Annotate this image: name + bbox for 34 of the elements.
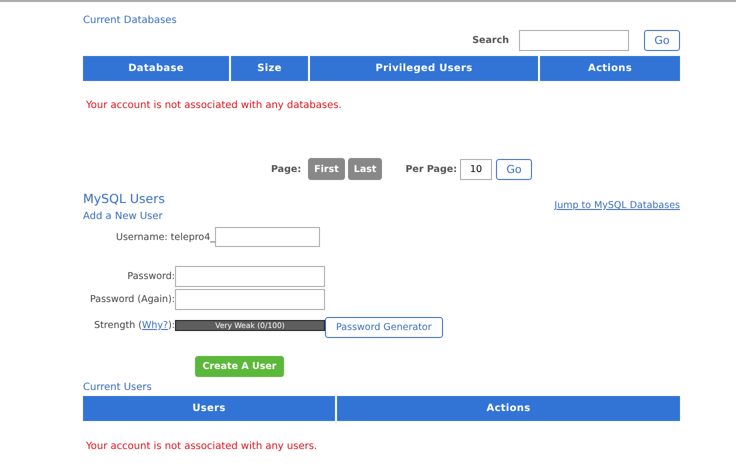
per-page-field[interactable]: 10 [460,158,492,180]
password-again-label: Password (Again): [88,294,175,305]
per-page-label: Per Page: [405,164,458,174]
password-again-field[interactable] [175,289,325,310]
strength-label: ): [168,320,175,331]
password-label: Password: [126,271,175,282]
section-heading: Current Users [83,382,153,393]
username-field[interactable] [215,227,320,247]
jump-link[interactable]: Jump to MySQL Databases [554,200,680,211]
go-button[interactable]: Go [644,30,680,51]
strength-label: Strength ( [94,320,142,331]
go-button[interactable]: Go [496,158,532,180]
column-header: Actions [587,62,633,76]
first-button[interactable]: First [308,158,345,180]
password-field[interactable] [175,266,325,287]
username-prefix: telepro4_ [170,232,216,242]
column-header: Actions [486,402,532,416]
column-header: Database [83,56,231,81]
section-heading: Current Databases [83,14,178,26]
username-label: Username: [116,232,168,242]
search-field[interactable] [519,30,629,51]
empty-message: Your account is not associated with any databases. [85,99,343,113]
column-header: Size [231,56,310,81]
page-label: Page: [270,164,302,174]
why-link[interactable]: Why? [142,320,168,331]
section-heading: MySQL Users [83,191,165,206]
password-generator-button[interactable]: Password Generator [325,317,443,338]
last-button[interactable]: Last [348,158,382,180]
empty-message: Your account is not associated with any users. [85,440,318,454]
column-header: Privileged Users [310,56,540,81]
form-title: Add a New User [83,211,164,222]
create-user-button[interactable]: Create A User [195,356,284,377]
column-header: Users [83,396,337,421]
search-label: Search [472,35,509,46]
